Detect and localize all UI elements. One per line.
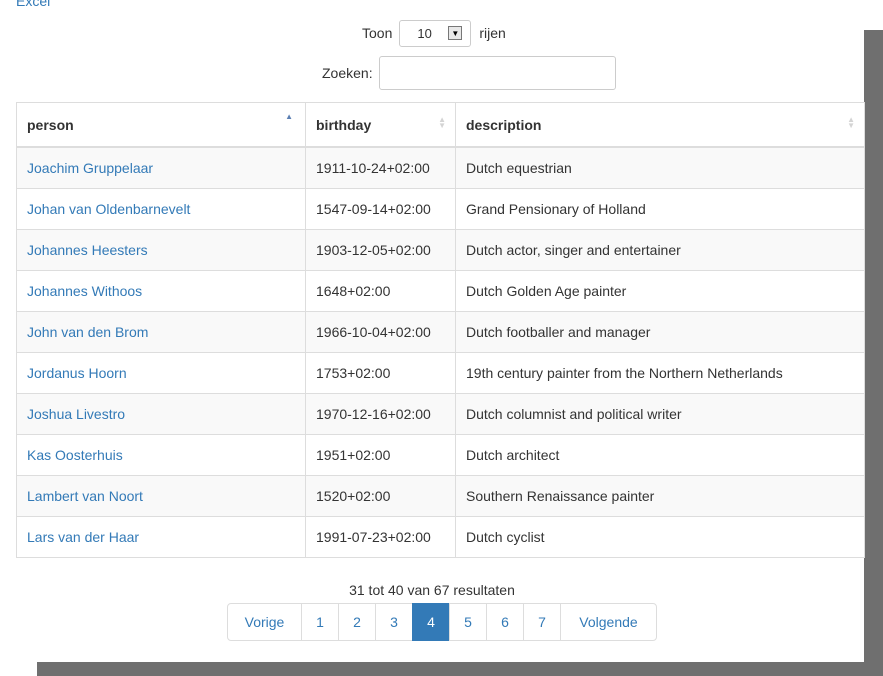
search-control: Zoeken: (322, 56, 616, 90)
results-panel: Excel Toon 10 ▼ rijen Zoeken: person ▲ b… (0, 0, 865, 662)
next-page-button[interactable]: Volgende (560, 603, 657, 641)
table-row: Johannes Withoos 1648+02:00 Dutch Golden… (16, 270, 865, 312)
page-length-control: Toon 10 ▼ rijen (362, 19, 506, 47)
table-row: Joachim Gruppelaar 1911-10-24+02:00 Dutc… (16, 147, 865, 189)
person-link[interactable]: Lambert van Noort (16, 475, 306, 517)
page-button-5[interactable]: 5 (449, 603, 487, 641)
description-cell: Dutch equestrian (455, 147, 865, 189)
rows-per-page-value: 10 (417, 25, 432, 41)
sort-arrows-icon: ▲ ▼ (438, 115, 446, 130)
person-link[interactable]: Jordanus Hoorn (16, 352, 306, 394)
person-link[interactable]: Joachim Gruppelaar (16, 147, 306, 189)
birthday-cell: 1970-12-16+02:00 (305, 393, 456, 435)
description-cell: 19th century painter from the Northern N… (455, 352, 865, 394)
triangle-up-icon: ▲ (285, 112, 293, 121)
results-info-text: 31 tot 40 van 67 resultaten (349, 582, 515, 598)
window-shadow-bottom (37, 662, 883, 676)
column-header-label: person (27, 116, 74, 133)
birthday-cell: 1903-12-05+02:00 (305, 229, 456, 271)
description-cell: Dutch architect (455, 434, 865, 476)
page-button-3[interactable]: 3 (375, 603, 413, 641)
table-row: John van den Brom 1966-10-04+02:00 Dutch… (16, 311, 865, 353)
length-suffix-label: rijen (479, 25, 506, 41)
person-link[interactable]: Johannes Withoos (16, 270, 306, 312)
birthday-cell: 1648+02:00 (305, 270, 456, 312)
table-row: Johannes Heesters 1903-12-05+02:00 Dutch… (16, 229, 865, 271)
search-input[interactable] (378, 56, 616, 90)
page-button-6[interactable]: 6 (486, 603, 524, 641)
birthday-cell: 1966-10-04+02:00 (305, 311, 456, 353)
length-prefix-label: Toon (362, 25, 393, 41)
description-cell: Dutch cyclist (455, 516, 865, 558)
description-cell: Dutch footballer and manager (455, 311, 865, 353)
birthday-cell: 1991-07-23+02:00 (305, 516, 456, 558)
results-table: person ▲ birthday ▲ ▼ description ▲ ▼ Joac… (16, 102, 865, 558)
description-cell: Dutch actor, singer and entertainer (455, 229, 865, 271)
table-row: Lars van der Haar 1991-07-23+02:00 Dutch… (16, 516, 865, 558)
previous-page-button[interactable]: Vorige (227, 603, 302, 641)
person-link[interactable]: Joshua Livestro (16, 393, 306, 435)
table-header-row: person ▲ birthday ▲ ▼ description ▲ ▼ (16, 102, 865, 148)
column-header-label: description (466, 116, 542, 133)
sort-arrows-icon: ▲ ▼ (847, 115, 855, 130)
table-row: Kas Oosterhuis 1951+02:00 Dutch architec… (16, 434, 865, 476)
birthday-cell: 1753+02:00 (305, 352, 456, 394)
window-shadow-right (864, 30, 883, 673)
person-link[interactable]: Johan van Oldenbarnevelt (16, 188, 306, 230)
description-cell: Dutch columnist and political writer (455, 393, 865, 435)
person-link[interactable]: Johannes Heesters (16, 229, 306, 271)
page-button-7[interactable]: 7 (523, 603, 561, 641)
chevron-down-icon[interactable]: ▼ (448, 26, 463, 40)
birthday-cell: 1951+02:00 (305, 434, 456, 476)
person-link[interactable]: John van den Brom (16, 311, 306, 353)
rows-per-page-select[interactable]: 10 ▼ (399, 19, 472, 47)
table-row: Lambert van Noort 1520+02:00 Southern Re… (16, 475, 865, 517)
search-label: Zoeken: (322, 65, 373, 81)
table-row: Johan van Oldenbarnevelt 1547-09-14+02:0… (16, 188, 865, 230)
page-button-4[interactable]: 4 (412, 603, 450, 641)
person-link[interactable]: Kas Oosterhuis (16, 434, 306, 476)
page-button-2[interactable]: 2 (338, 603, 376, 641)
table-row: Jordanus Hoorn 1753+02:00 19th century p… (16, 352, 865, 394)
column-header-birthday[interactable]: birthday ▲ ▼ (305, 102, 456, 148)
description-cell: Southern Renaissance painter (455, 475, 865, 517)
description-cell: Dutch Golden Age painter (455, 270, 865, 312)
description-cell: Grand Pensionary of Holland (455, 188, 865, 230)
person-link[interactable]: Lars van der Haar (16, 516, 306, 558)
column-header-description[interactable]: description ▲ ▼ (455, 102, 865, 148)
column-header-label: birthday (316, 116, 372, 133)
table-row: Joshua Livestro 1970-12-16+02:00 Dutch c… (16, 393, 865, 435)
pagination: Vorige 1 2 3 4 5 6 7 Volgende (227, 603, 657, 641)
page-button-1[interactable]: 1 (301, 603, 339, 641)
excel-export-link[interactable]: Excel (16, 0, 50, 9)
birthday-cell: 1520+02:00 (305, 475, 456, 517)
birthday-cell: 1547-09-14+02:00 (305, 188, 456, 230)
column-header-person[interactable]: person ▲ (16, 102, 306, 148)
birthday-cell: 1911-10-24+02:00 (305, 147, 456, 189)
